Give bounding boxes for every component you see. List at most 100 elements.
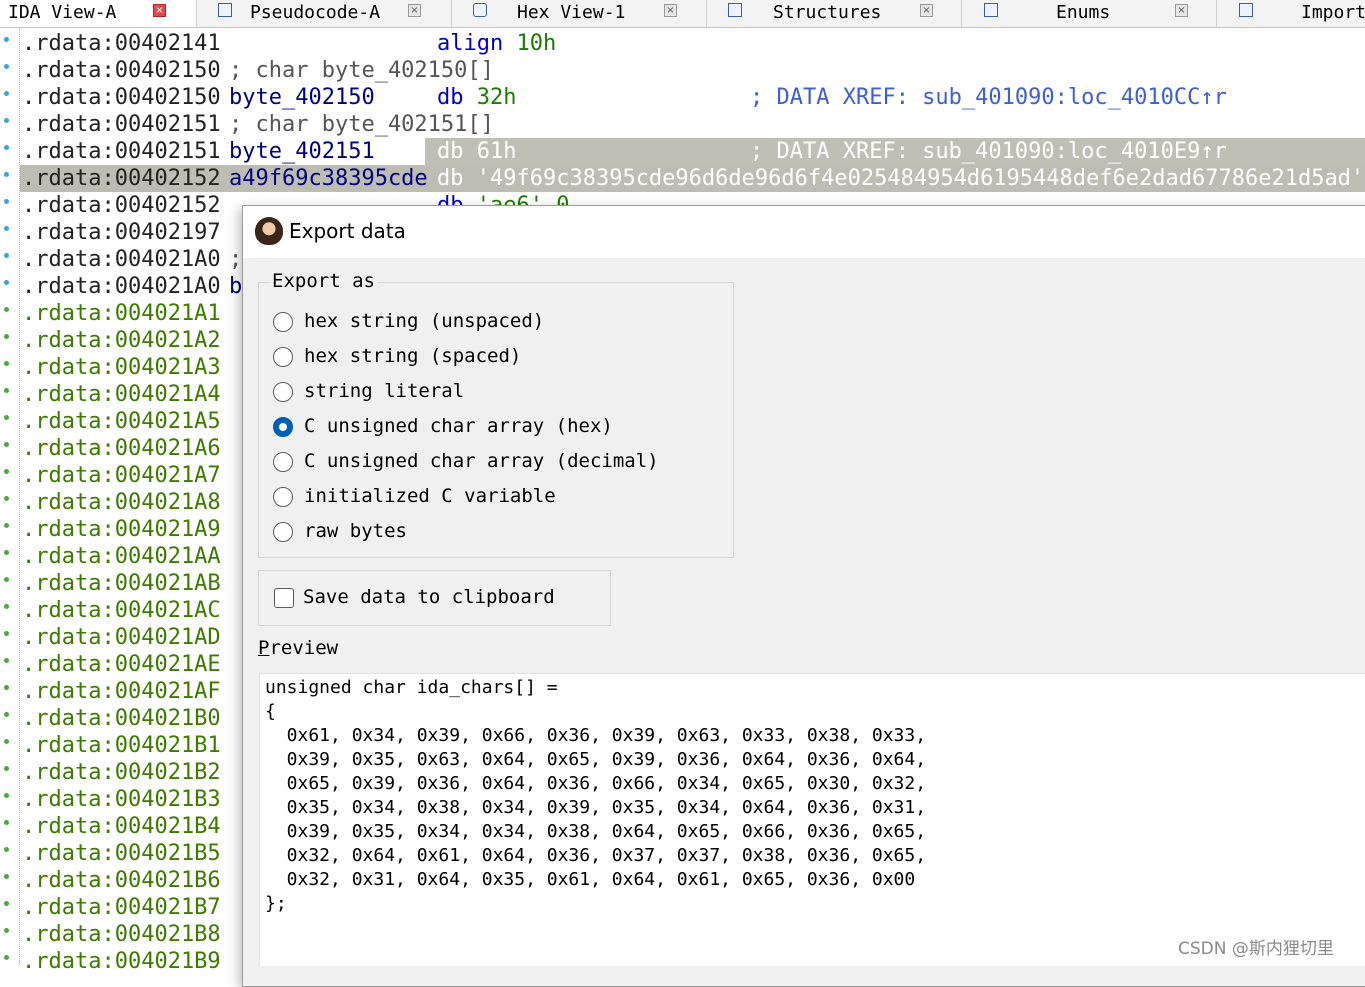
- line-marker-icon: [4, 793, 9, 798]
- listing-line[interactable]: .rdata:00402151 ; char byte_402151[]: [20, 111, 1365, 138]
- preview-code-line: unsigned char ida_chars[] =: [265, 677, 558, 698]
- listing-line[interactable]: .rdata:00402152 a49f69c38395cde db '49f69c…: [20, 165, 1365, 192]
- dialog-title-bar: Export data: [243, 206, 1365, 258]
- radio-label[interactable]: hex string (spaced): [304, 345, 521, 367]
- listing-label[interactable]: a49f69c38395cde: [229, 165, 428, 192]
- tab-imports[interactable]: Import: [1217, 0, 1365, 27]
- line-marker-icon: [4, 37, 9, 42]
- close-icon[interactable]: ×: [664, 4, 677, 17]
- imports-icon: [1239, 3, 1253, 17]
- listing-gutter: [0, 28, 17, 965]
- preview-code-line: 0x39, 0x35, 0x34, 0x34, 0x38, 0x64, 0x65…: [265, 821, 927, 842]
- listing-address: .rdata:004021B3: [22, 787, 221, 812]
- tab-structures[interactable]: Structures ×: [707, 0, 962, 27]
- listing-address: .rdata:004021B8: [22, 922, 221, 947]
- radio-label[interactable]: C unsigned char array (hex): [304, 415, 613, 437]
- listing-mnemonic: align: [437, 31, 504, 56]
- save-to-clipboard-label[interactable]: Save data to clipboard: [303, 586, 555, 608]
- line-marker-icon: [4, 145, 9, 150]
- line-marker-icon: [4, 712, 9, 717]
- listing-address: .rdata:00402152: [22, 166, 221, 191]
- radio-label[interactable]: raw bytes: [304, 520, 407, 542]
- close-icon[interactable]: ×: [153, 4, 166, 17]
- listing-address: .rdata:004021A7: [22, 463, 221, 488]
- listing-label[interactable]: byte_402150: [229, 84, 375, 111]
- radio-button[interactable]: [273, 522, 293, 542]
- radio-button[interactable]: [273, 312, 293, 332]
- listing-address: .rdata:004021A8: [22, 490, 221, 515]
- listing-address: .rdata:004021AA: [22, 544, 221, 569]
- listing-address: .rdata:004021AF: [22, 679, 221, 704]
- tab-pseudocode-a[interactable]: Pseudocode-A ×: [197, 0, 452, 27]
- preview-textbox[interactable]: unsigned char ida_chars[] = { 0x61, 0x34,…: [259, 673, 1365, 966]
- line-marker-icon: [4, 523, 9, 528]
- watermark-text: CSDN @斯内狸切里: [1178, 939, 1334, 959]
- line-marker-icon: [4, 550, 9, 555]
- line-marker-icon: [4, 307, 9, 312]
- save-to-clipboard-checkbox[interactable]: [274, 588, 294, 608]
- tab-enums[interactable]: Enums ×: [962, 0, 1217, 27]
- listing-address: .rdata:004021A6: [22, 436, 221, 461]
- line-marker-icon: [4, 91, 9, 96]
- listing-address: .rdata:004021AB: [22, 571, 221, 596]
- radio-button[interactable]: [273, 382, 293, 402]
- xref-comment[interactable]: ; DATA XREF: sub_401090:loc_4010CC↑r: [750, 84, 1227, 111]
- listing-address: .rdata:004021B5: [22, 841, 221, 866]
- export-as-label: Export as: [270, 270, 377, 292]
- radio-label[interactable]: hex string (unspaced): [304, 310, 544, 332]
- line-marker-icon: [4, 658, 9, 663]
- listing-instruction[interactable]: db '49f69c38395cde96d6de96d6f4e025484954…: [437, 165, 1364, 192]
- listing-address: .rdata:00402150: [22, 85, 221, 110]
- line-marker-icon: [4, 469, 9, 474]
- listing-mnemonic: db: [437, 166, 464, 191]
- close-icon[interactable]: ×: [920, 4, 933, 17]
- tab-ida-view-a[interactable]: IDA View-A ×: [0, 0, 197, 27]
- listing-operand: 61h: [476, 139, 517, 164]
- preview-code-line: 0x61, 0x34, 0x39, 0x66, 0x36, 0x39, 0x63…: [265, 725, 927, 746]
- preview-code-line: };: [265, 893, 287, 914]
- listing-operand: 10h: [516, 31, 557, 56]
- listing-comment[interactable]: ;: [229, 246, 242, 273]
- line-marker-icon: [4, 415, 9, 420]
- radio-label[interactable]: C unsigned char array (decimal): [304, 450, 659, 472]
- tab-label: Structures: [773, 2, 882, 23]
- listing-line[interactable]: .rdata:00402141 align 10h: [20, 30, 1365, 57]
- close-icon[interactable]: ×: [1175, 4, 1188, 17]
- line-marker-icon: [4, 955, 9, 960]
- listing-instruction[interactable]: align 10h: [437, 30, 556, 57]
- line-marker-icon: [4, 685, 9, 690]
- listing-address: .rdata:004021A0: [22, 274, 221, 299]
- listing-comment[interactable]: ; char byte_402150[]: [229, 57, 494, 84]
- radio-button[interactable]: [273, 347, 293, 367]
- line-marker-icon: [4, 199, 9, 204]
- line-marker-icon: [4, 361, 9, 366]
- listing-line[interactable]: .rdata:00402151 byte_402151 db 61h ; DATA X…: [20, 138, 1365, 165]
- dialog-title: Export data: [289, 219, 406, 243]
- line-marker-icon: [4, 118, 9, 123]
- preview-code-line: 0x65, 0x39, 0x36, 0x64, 0x36, 0x66, 0x34…: [265, 773, 927, 794]
- listing-address: .rdata:004021B0: [22, 706, 221, 731]
- line-marker-icon: [4, 226, 9, 231]
- tab-label: Hex View-1: [517, 2, 626, 23]
- listing-mnemonic: db: [437, 85, 464, 110]
- radio-button[interactable]: [273, 417, 293, 437]
- listing-instruction[interactable]: db 32h: [437, 84, 517, 111]
- tab-label: Pseudocode-A: [250, 2, 381, 23]
- listing-line[interactable]: .rdata:00402150 byte_402150 db 32h ; DATA X…: [20, 84, 1365, 111]
- close-icon[interactable]: ×: [408, 4, 421, 17]
- listing-address: .rdata:004021A3: [22, 355, 221, 380]
- listing-line[interactable]: .rdata:00402150 ; char byte_402150[]: [20, 57, 1365, 84]
- tab-hex-view-1[interactable]: Hex View-1 ×: [452, 0, 707, 27]
- radio-button[interactable]: [273, 452, 293, 472]
- radio-label[interactable]: initialized C variable: [304, 485, 556, 507]
- xref-comment[interactable]: ; DATA XREF: sub_401090:loc_4010E9↑r: [750, 138, 1227, 165]
- listing-address: .rdata:004021B7: [22, 895, 221, 920]
- enums-icon: [984, 3, 998, 17]
- radio-label[interactable]: string literal: [304, 380, 464, 402]
- listing-label[interactable]: byte_402151: [229, 138, 375, 165]
- listing-address: .rdata:00402151: [22, 112, 221, 137]
- tab-label: IDA View-A: [8, 2, 117, 23]
- radio-button[interactable]: [273, 487, 293, 507]
- preview-label: Preview: [258, 637, 339, 659]
- listing-comment[interactable]: ; char byte_402151[]: [229, 111, 494, 138]
